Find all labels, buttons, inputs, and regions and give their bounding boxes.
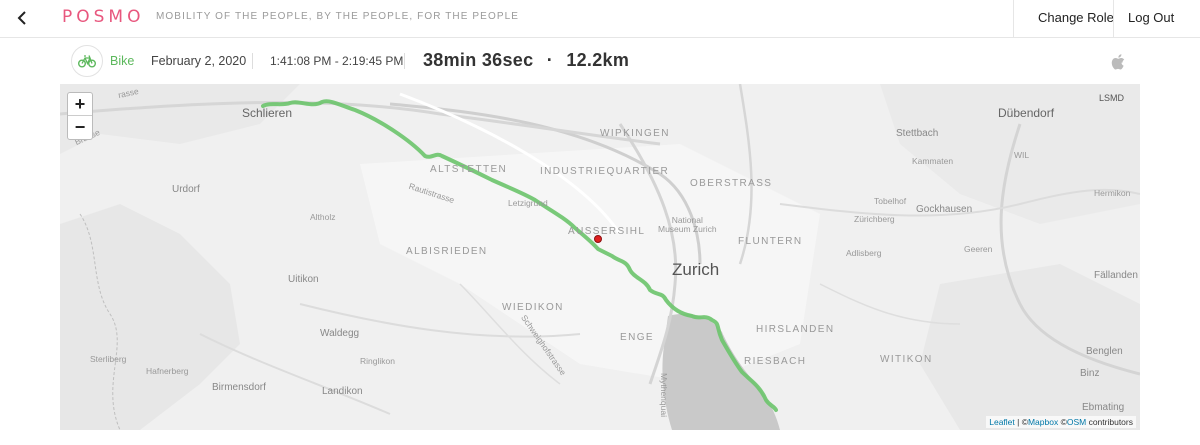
attribution-sep: | © (1014, 417, 1028, 427)
map-label: Sterliberg (90, 354, 127, 364)
map-label: OBERSTRASS (690, 178, 773, 189)
top-bar: POSMO MOBILITY OF THE PEOPLE, BY THE PEO… (0, 0, 1200, 38)
back-button[interactable] (12, 7, 34, 29)
divider (404, 53, 405, 69)
map-label: National Museum Zurich (658, 215, 717, 234)
map-label: Zurich (672, 260, 720, 279)
map-label: INDUSTRIEQUARTIER (540, 166, 670, 177)
map-label: Dübendorf (998, 106, 1055, 120)
mapbox-link[interactable]: Mapbox (1028, 417, 1058, 427)
map-label: Stettbach (896, 128, 939, 139)
posmo-logo[interactable]: POSMO (62, 7, 144, 27)
attribution-sep: © (1058, 417, 1067, 427)
log-out-button[interactable]: Log Out (1128, 10, 1174, 25)
trip-distance: 12.2km (566, 50, 630, 70)
map-label: RIESBACH (744, 356, 807, 367)
map-label: Ringlikon (360, 356, 395, 366)
trip-map[interactable]: Schlieren Dübendorf Zurich WIPKINGEN IND… (60, 84, 1140, 430)
chevron-left-icon (17, 11, 26, 25)
map-label: ALTSTETTEN (430, 164, 508, 175)
map-label: Altholz (310, 212, 336, 222)
map-label: WIPKINGEN (600, 128, 670, 139)
mode-label: Bike (110, 54, 135, 68)
attribution-contributors: contributors (1086, 417, 1133, 427)
map-label: Gockhausen (916, 204, 973, 215)
map-label: Adlisberg (846, 248, 882, 258)
trip-date: February 2, 2020 (151, 54, 247, 68)
trip-duration: 38min 36sec (423, 50, 534, 70)
stats-separator: · (546, 50, 553, 70)
map-label: Letzigrund (508, 198, 548, 208)
map-label: Fällanden (1094, 270, 1138, 281)
map-label: HIRSLANDEN (756, 324, 835, 335)
mode-badge (71, 45, 103, 77)
map-label: Ebmating (1082, 402, 1125, 413)
map-label: WIEDIKON (502, 302, 564, 313)
map-label: AUSSERSIHL (568, 226, 646, 237)
trip-stats: 38min 36sec · 12.2km (423, 50, 629, 71)
map-label: Kammaten (912, 156, 954, 166)
zoom-in-button[interactable]: + (68, 93, 92, 116)
map-label: Landikon (322, 386, 363, 397)
map-label: Schlieren (242, 106, 293, 120)
map-label: LSMD (1099, 93, 1125, 103)
map-label: Uitikon (288, 274, 319, 285)
tagline: MOBILITY OF THE PEOPLE, BY THE PEOPLE, F… (156, 11, 520, 22)
apple-icon (1111, 54, 1125, 70)
map-label: WITIKON (880, 354, 933, 365)
zoom-out-button[interactable]: − (68, 116, 92, 139)
map-label: Birmensdorf (212, 382, 266, 393)
osm-link[interactable]: OSM (1067, 417, 1086, 427)
map-attribution: Leaflet | ©Mapbox ©OSM contributors (986, 416, 1136, 428)
map-label: WIL (1014, 150, 1030, 160)
leaflet-link[interactable]: Leaflet (989, 417, 1015, 427)
map-label: Tobelhof (874, 196, 907, 206)
map-label: Waldegg (320, 328, 360, 339)
map-label: Urdorf (172, 184, 200, 195)
map-label: Benglen (1086, 346, 1123, 357)
divider (252, 53, 253, 69)
map-label: Hafnerberg (146, 366, 189, 376)
trip-summary: Bike February 2, 2020 1:41:08 PM - 2:19:… (0, 38, 1200, 84)
map-label: Geeren (964, 244, 993, 254)
map-label: Zürichberg (854, 214, 895, 224)
nav-divider (1113, 0, 1114, 38)
map-label: FLUNTERN (738, 236, 803, 247)
change-role-button[interactable]: Change Role (1038, 10, 1114, 25)
map-label: Mythenquai (658, 373, 669, 417)
map-label: ALBISRIEDEN (406, 246, 488, 257)
map-label: Hermikon (1094, 188, 1131, 198)
map-label: ENGE (620, 332, 654, 343)
bicycle-icon (78, 55, 96, 68)
zoom-control: + − (67, 92, 93, 140)
nav-divider (1013, 0, 1014, 38)
trip-time-range: 1:41:08 PM - 2:19:45 PM (270, 54, 404, 68)
map-label: Binz (1080, 368, 1100, 379)
